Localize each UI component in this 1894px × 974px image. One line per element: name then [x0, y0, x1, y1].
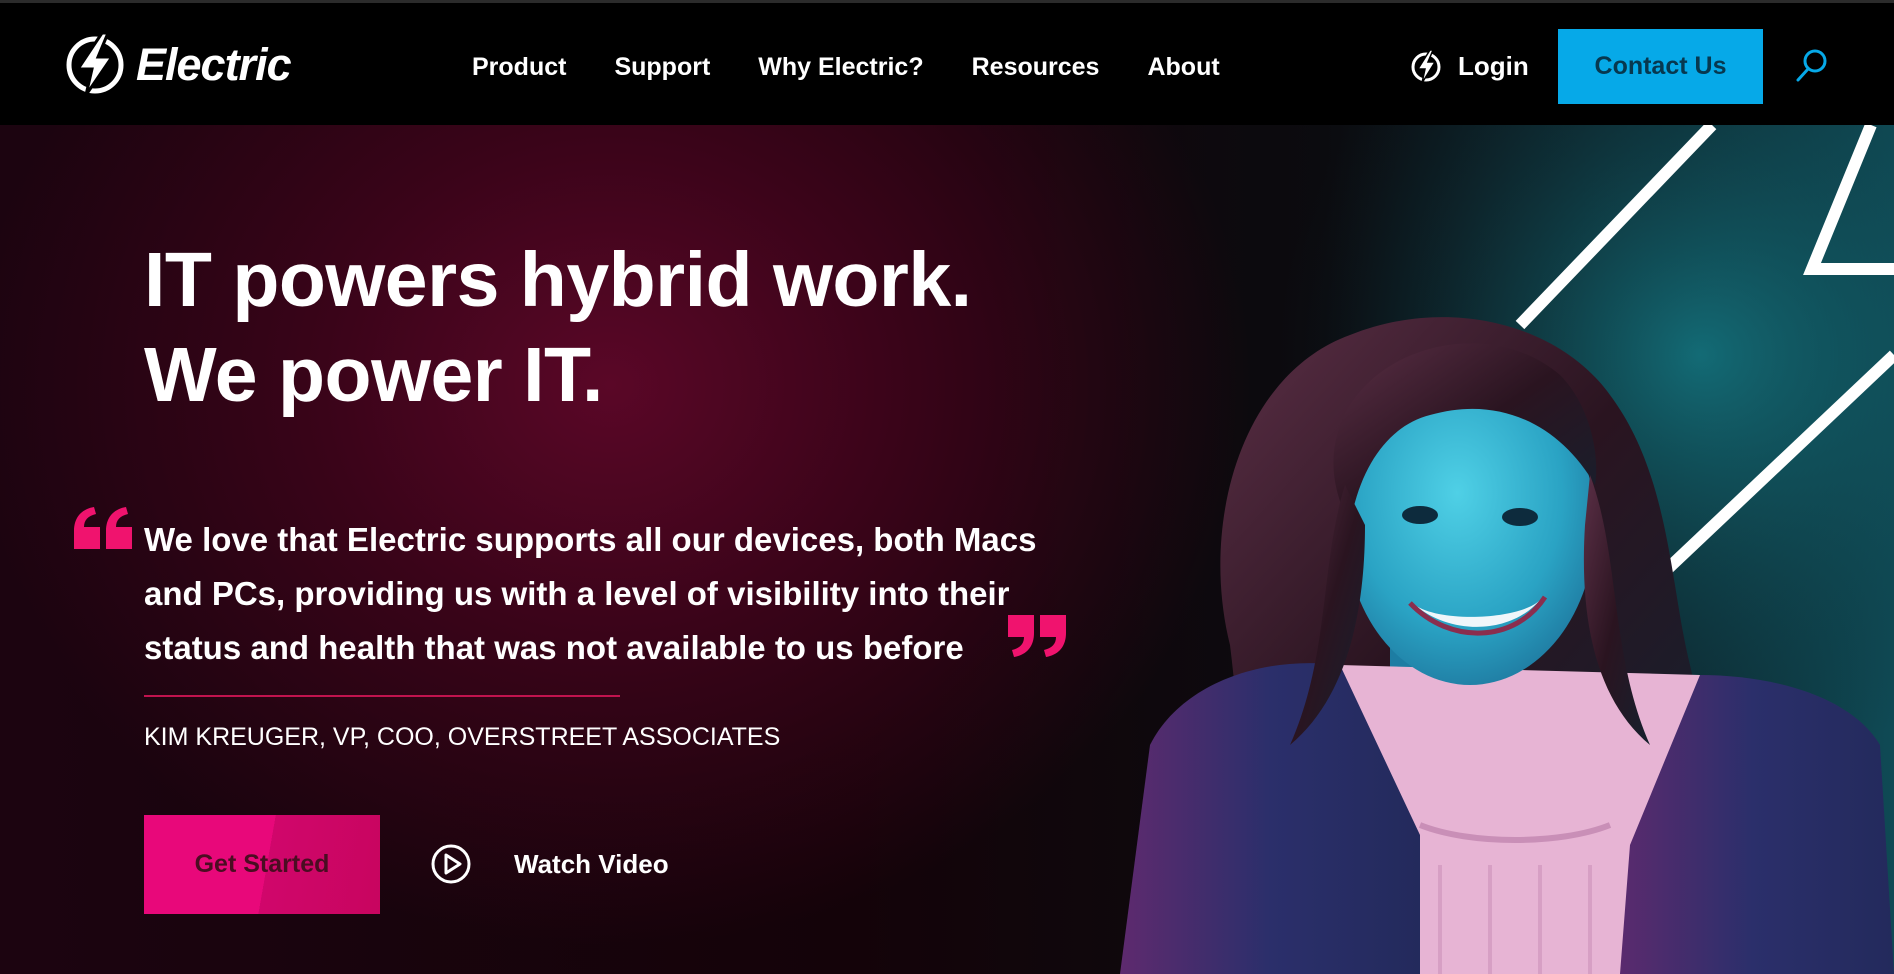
quote-line-1: We love that Electric supports all our d… — [144, 521, 1037, 558]
nav-item-product[interactable]: Product — [472, 51, 566, 83]
headline-line-1: IT powers hybrid work. — [144, 237, 972, 323]
brand-logo-link[interactable]: Electric — [64, 31, 292, 97]
quote-attribution: KIM KREUGER, VP, COO, OVERSTREET ASSOCIA… — [144, 723, 781, 751]
hero-section: IT powers hybrid work. We power IT. We l… — [0, 125, 1894, 974]
nav-item-about[interactable]: About — [1147, 51, 1219, 83]
lightning-bolt-logo-icon — [66, 31, 124, 96]
testimonial-quote: We love that Electric supports all our d… — [144, 513, 1074, 675]
testimonial-portrait-photo — [1120, 317, 1894, 974]
page: Electric Product Support Why Electric? R… — [0, 0, 1894, 974]
headline-line-2: We power IT. — [144, 332, 603, 418]
login-label: Login — [1458, 51, 1529, 81]
watch-video-label: Watch Video — [514, 849, 669, 879]
get-started-button[interactable]: Get Started — [144, 815, 380, 914]
nav-item-support[interactable]: Support — [614, 51, 710, 83]
nav-item-why-electric[interactable]: Why Electric? — [758, 51, 923, 83]
search-icon — [1796, 49, 1827, 82]
brand-name: Electric — [136, 38, 292, 90]
quote-open-icon — [74, 507, 132, 549]
top-navigation: Electric Product Support Why Electric? R… — [0, 0, 1894, 125]
quote-close-icon — [1008, 615, 1066, 657]
nav-item-resources[interactable]: Resources — [972, 51, 1100, 83]
lightning-bolt-icon — [1411, 49, 1441, 84]
watch-video-link[interactable]: Watch Video — [430, 843, 669, 885]
contact-us-button[interactable]: Contact Us — [1558, 29, 1763, 104]
hero-headline: IT powers hybrid work. We power IT. — [144, 233, 972, 423]
login-link[interactable]: Login — [1410, 47, 1529, 85]
play-circle-icon — [431, 844, 471, 884]
quote-line-2: and PCs, providing us with a level of vi… — [144, 575, 1010, 612]
quote-line-3: status and health that was not available… — [144, 629, 964, 666]
quote-divider — [144, 695, 620, 697]
search-button[interactable] — [1794, 47, 1830, 85]
main-menu: Product Support Why Electric? Resources … — [472, 51, 1268, 83]
